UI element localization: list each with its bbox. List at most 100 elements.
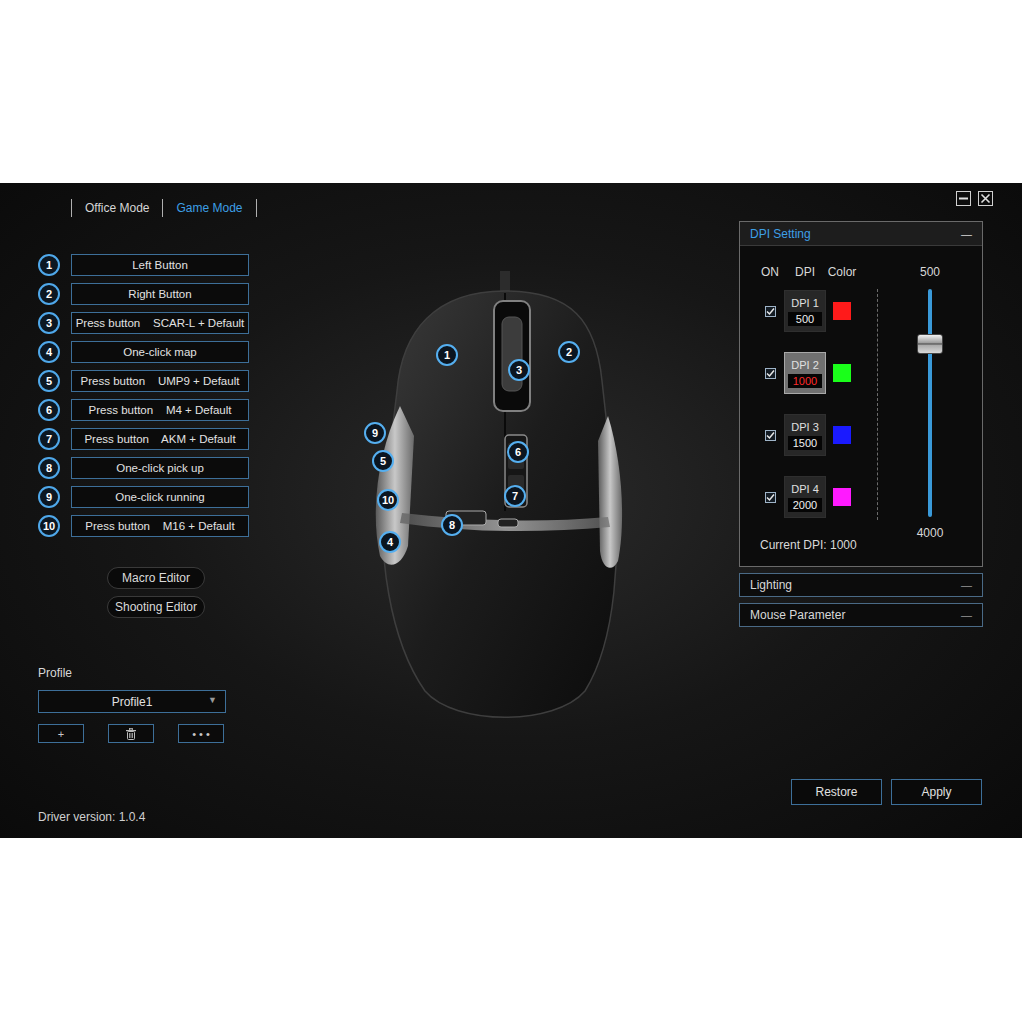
slider-max: 4000 <box>917 526 944 540</box>
column-header: DPI <box>795 265 815 279</box>
dpi-value[interactable]: 500 <box>788 312 822 326</box>
button-assignment[interactable]: Left Button <box>71 254 249 276</box>
dpi-level-box[interactable]: DPI 21000 <box>784 352 826 394</box>
dpi-value[interactable]: 2000 <box>788 498 822 512</box>
mode-tab[interactable]: Game Mode <box>162 199 256 217</box>
collapsed-panel[interactable]: Mouse Parameter — <box>739 603 983 627</box>
dpi-checkbox[interactable] <box>765 430 776 441</box>
button-pin[interactable]: 4 <box>379 531 401 553</box>
button-number: 8 <box>38 457 60 479</box>
button-number: 2 <box>38 283 60 305</box>
profile-actions: + • • • <box>38 724 250 743</box>
slider-track[interactable] <box>928 289 932 517</box>
panel-title: Mouse Parameter <box>750 608 845 622</box>
dpi-row: DPI 3 1500 <box>760 414 877 456</box>
button-pin[interactable]: 5 <box>372 450 394 472</box>
button-row: 8 One-click pick up <box>38 457 250 479</box>
button-row: 1Left Button <box>38 254 250 276</box>
collapse-glyph: — <box>961 609 972 621</box>
column-header: Color <box>828 265 857 279</box>
editor-button[interactable]: Macro Editor <box>107 567 205 589</box>
button-pin[interactable]: 8 <box>441 514 463 536</box>
mouse-view: 1 2 3 4 5 6 7 8 9 10 <box>250 221 739 838</box>
dpi-body: ONDPIColorDPI 1500DPI 21000DPI 31500DPI … <box>740 246 982 566</box>
color-swatch[interactable] <box>833 488 851 506</box>
dpi-panel: DPI Setting—ONDPIColorDPI 1500DPI 21000D… <box>739 221 983 567</box>
driver-version: Driver version: 1.0.4 <box>38 810 250 824</box>
button-pin[interactable]: 6 <box>507 441 529 463</box>
dpi-levels: ONDPIColorDPI 1500DPI 21000DPI 31500DPI … <box>740 246 877 566</box>
profile-dropdown[interactable]: Profile1▼ <box>38 690 226 713</box>
collapse-glyph: — <box>961 579 972 591</box>
button-assignment[interactable]: Press button M16 + Default <box>71 515 249 537</box>
button-pin[interactable]: 2 <box>558 341 580 363</box>
mode-tab[interactable]: Office Mode <box>71 199 162 217</box>
profile-action-button[interactable] <box>108 724 154 743</box>
button-assignment[interactable]: One-click map <box>71 341 249 363</box>
button-pin[interactable]: 10 <box>377 489 399 511</box>
button-number: 4 <box>38 341 60 363</box>
button-list: 1Left Button 2 Right Button 3 Press button S… <box>38 254 250 537</box>
main-area: 1Left Button2Right Button3Press button S… <box>0 221 1022 838</box>
slider-thumb[interactable] <box>917 334 943 354</box>
color-swatch[interactable] <box>833 302 851 320</box>
button-assignment[interactable]: Press button M4 + Default <box>71 399 249 421</box>
profile-label: Profile <box>38 666 250 680</box>
close-icon[interactable] <box>978 191 993 206</box>
button-assignment[interactable]: One-click pick up <box>71 457 249 479</box>
profile-action-button[interactable]: • • • <box>178 724 224 743</box>
dpi-columns: ONDPIColor <box>760 265 877 279</box>
button-assignment[interactable]: Press button SCAR-L + Default <box>71 312 249 334</box>
button-assignment[interactable]: Press button UMP9 + Default <box>71 370 249 392</box>
color-swatch[interactable] <box>833 364 851 382</box>
collapse-glyph: — <box>961 228 972 240</box>
button-pin[interactable]: 1 <box>436 344 458 366</box>
dpi-value[interactable]: 1000 <box>788 374 822 388</box>
button-pin[interactable]: 7 <box>504 485 526 507</box>
dpi-panel-header[interactable]: DPI Setting — <box>740 222 982 246</box>
button-assignment[interactable]: Right Button <box>71 283 249 305</box>
dpi-level-box[interactable]: DPI 1 500 <box>784 290 826 332</box>
dpi-label: DPI 3 <box>791 421 819 433</box>
dpi-label: DPI 1 <box>791 297 819 309</box>
button-assignment[interactable]: One-click running <box>71 486 249 508</box>
footer-button[interactable]: Restore <box>791 779 882 805</box>
title-bar: Office ModeGame Mode <box>0 183 1022 221</box>
panel-title: Lighting <box>750 578 792 592</box>
dpi-checkbox[interactable] <box>765 492 776 503</box>
button-number: 6 <box>38 399 60 421</box>
mouse-image <box>250 221 739 838</box>
dpi-value[interactable]: 1500 <box>788 436 822 450</box>
window-controls <box>956 191 993 206</box>
button-pin[interactable]: 3 <box>508 359 530 381</box>
dpi-checkbox[interactable] <box>765 368 776 379</box>
button-assignment[interactable]: Press button AKM + Default <box>71 428 249 450</box>
dpi-level-box[interactable]: DPI 4 2000 <box>784 476 826 518</box>
button-pin[interactable]: 9 <box>364 422 386 444</box>
button-number: 5 <box>38 370 60 392</box>
dpi-label: DPI 4 <box>791 483 819 495</box>
editor-button[interactable]: Shooting Editor <box>107 596 205 618</box>
dpi-row: DPI 4 2000 <box>760 476 877 518</box>
dpi-row: DPI 21000 <box>760 352 877 394</box>
button-number: 9 <box>38 486 60 508</box>
dpi-title: DPI Setting <box>750 227 811 241</box>
footer-actions: Restore Apply <box>739 779 983 805</box>
profile-action-button[interactable]: + <box>38 724 84 743</box>
check-icon <box>766 307 775 316</box>
footer-button[interactable]: Apply <box>891 779 982 805</box>
button-row: 4 One-click map <box>38 341 250 363</box>
dpi-row: DPI 1 500 <box>760 290 877 332</box>
button-row: 9 One-click running <box>38 486 250 508</box>
button-number: 7 <box>38 428 60 450</box>
button-row: 10 Press button M16 + Default <box>38 515 250 537</box>
button-number: 10 <box>38 515 60 537</box>
color-swatch[interactable] <box>833 426 851 444</box>
button-number: 3 <box>38 312 60 334</box>
dpi-level-box[interactable]: DPI 3 1500 <box>784 414 826 456</box>
dropdown-arrow: ▼ <box>208 695 217 705</box>
dpi-checkbox[interactable] <box>765 306 776 317</box>
button-row: 6 Press button M4 + Default <box>38 399 250 421</box>
collapsed-panel[interactable]: Lighting — <box>739 573 983 597</box>
minimize-icon[interactable] <box>956 191 971 206</box>
